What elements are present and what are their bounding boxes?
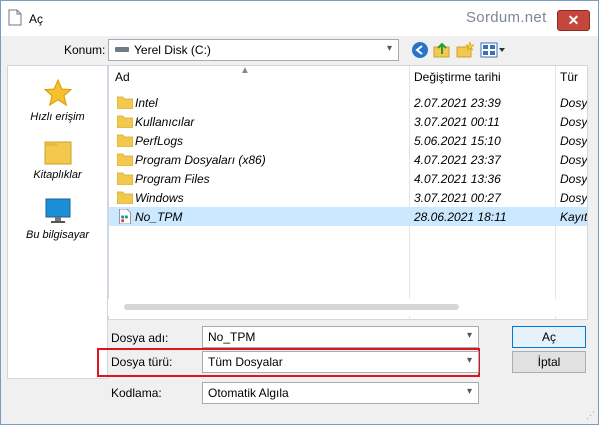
file-name: No_TPM [135,210,183,224]
resize-grip-icon[interactable]: ⋰ [586,410,595,421]
chevron-down-icon[interactable]: ▾ [467,330,472,341]
file-date: 3.07.2021 00:11 [414,115,500,129]
watermark: Sordum.net [466,9,547,26]
filename-label: Dosya adı: [111,331,169,345]
filetype-select[interactable]: Tüm Dosyalar ▾ [202,351,479,373]
folder-icon [117,134,133,147]
chevron-down-icon[interactable]: ▾ [387,43,392,54]
file-row-no-tpm[interactable]: No_TPM 28.06.2021 18:11 Kayıt [109,207,587,226]
title-bar: Aç Sordum.net ✕ [1,1,598,36]
file-date: 4.07.2021 13:36 [414,172,501,186]
file-name: Program Files [135,172,210,186]
scrollbar-thumb[interactable] [124,304,459,310]
chevron-down-icon[interactable]: ▾ [467,355,472,366]
open-file-dialog: Aç Sordum.net ✕ Konum: Yerel Disk (C:) ▾ [0,0,599,425]
encoding-value: Otomatik Algıla [208,386,289,400]
file-name: Intel [135,96,158,110]
encoding-select[interactable]: Otomatik Algıla ▾ [202,382,479,404]
file-name: PerfLogs [135,134,184,148]
computer-icon [45,198,70,223]
column-header-type[interactable]: Tür [560,70,578,84]
folder-icon [117,96,133,109]
filename-value: No_TPM [208,330,256,344]
registry-file-icon [119,209,131,224]
filetype-value: Tüm Dosyalar [208,355,283,369]
location-combo[interactable]: Yerel Disk (C:) ▾ [108,39,399,61]
horizontal-scrollbar[interactable] [108,299,586,316]
file-date: 2.07.2021 23:39 [414,96,501,110]
file-date: 28.06.2021 18:11 [414,210,507,224]
file-date: 5.06.2021 15:10 [414,134,501,148]
location-value: Yerel Disk (C:) [134,43,211,57]
file-type: Dosya [560,153,588,167]
file-type: Dosya [560,115,588,129]
open-button[interactable]: Aç [512,326,586,348]
file-type: Dosya [560,191,588,205]
file-row-windows[interactable]: Windows 3.07.2021 00:27 Dosya [109,188,587,207]
star-icon [43,78,72,107]
places-sidebar: Hızlı erişim Kitaplıklar Bu bilgisayar [7,65,108,379]
folder-icon [117,191,133,204]
place-label: Kitaplıklar [33,169,82,181]
close-button[interactable]: ✕ [557,10,590,31]
view-menu-icon[interactable] [480,41,506,59]
file-name: Program Dosyaları (x86) [135,153,266,167]
sort-ascending-icon: ▲ [240,65,250,76]
file-name: Windows [135,191,184,205]
folder-icon [117,172,133,185]
filetype-label: Dosya türü: [111,355,173,369]
file-row-intel[interactable]: Intel 2.07.2021 23:39 Dosya [109,93,587,112]
place-label: Hızlı erişim [30,111,85,123]
file-type: Dosya [560,134,588,148]
folder-icon [117,153,133,166]
file-row-perflogs[interactable]: PerfLogs 5.06.2021 15:10 Dosya [109,131,587,150]
column-header-date[interactable]: Değiştirme tarihi [414,70,501,84]
file-type: Dosya [560,172,588,186]
place-libraries[interactable]: Kitaplıklar [8,138,107,181]
up-folder-icon[interactable] [433,41,451,59]
chevron-down-icon[interactable]: ▾ [467,386,472,397]
file-type: Dosya [560,96,588,110]
encoding-label: Kodlama: [111,386,162,400]
back-icon[interactable] [411,41,429,59]
file-list[interactable]: ▲ Ad Değiştirme tarihi Tür Intel 2.07.20… [108,65,588,320]
place-quick-access[interactable]: Hızlı erişim [8,78,107,123]
file-date: 3.07.2021 00:27 [414,191,501,205]
folder-icon [117,115,133,128]
place-label: Bu bilgisayar [26,229,89,241]
file-date: 4.07.2021 23:37 [414,153,501,167]
file-type: Kayıt [560,210,588,224]
window-title: Aç [29,12,44,26]
file-row-kullanicilar[interactable]: Kullanıcılar 3.07.2021 00:11 Dosya [109,112,587,131]
cancel-button[interactable]: İptal [512,351,586,373]
new-folder-icon[interactable] [456,41,474,59]
library-icon [44,141,71,165]
file-row-program-files[interactable]: Program Files 4.07.2021 13:36 Dosya [109,169,587,188]
place-this-pc[interactable]: Bu bilgisayar [8,196,107,241]
drive-icon [115,47,129,52]
column-header-name[interactable]: Ad [115,70,130,84]
close-icon: ✕ [567,12,580,28]
filename-input[interactable]: No_TPM ▾ [202,326,479,348]
file-name: Kullanıcılar [135,115,195,129]
document-icon [8,9,22,26]
location-label: Konum: [64,43,106,57]
file-row-program-dosyalari-x86[interactable]: Program Dosyaları (x86) 4.07.2021 23:37 … [109,150,587,169]
